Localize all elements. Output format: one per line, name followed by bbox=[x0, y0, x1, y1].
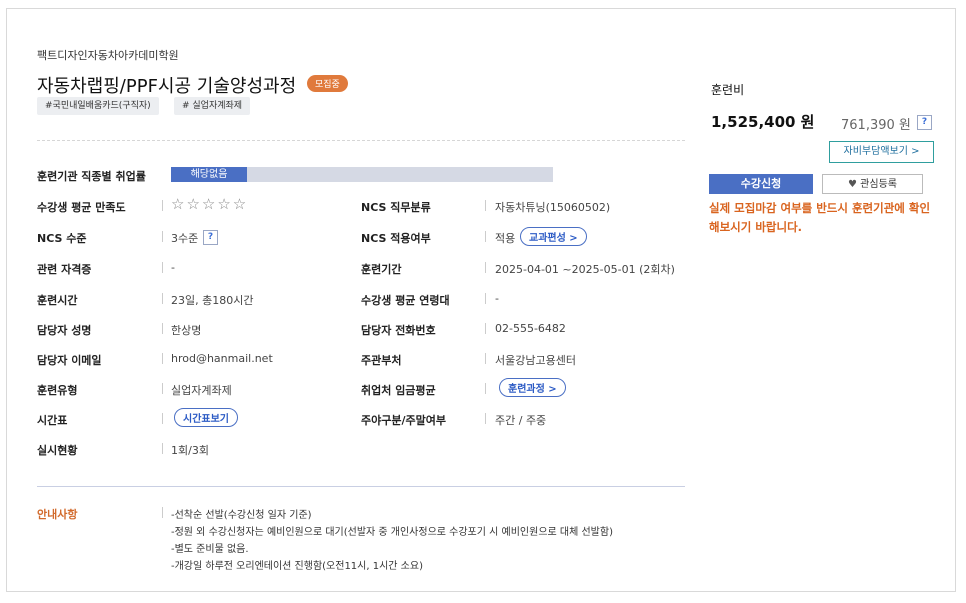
curriculum-button[interactable]: 교과편성 > bbox=[520, 227, 587, 246]
separator bbox=[162, 231, 163, 242]
manager-phone-label: 담당자 전화번호 bbox=[361, 324, 436, 337]
separator bbox=[162, 262, 163, 273]
separator bbox=[162, 507, 163, 518]
separator bbox=[162, 353, 163, 364]
manager-name-value: 한상명 bbox=[171, 324, 202, 337]
training-type-value: 실업자계좌제 bbox=[171, 384, 232, 397]
certificate-value: - bbox=[171, 261, 175, 274]
fee-label: 훈련비 bbox=[711, 83, 745, 97]
self-pay-button[interactable]: 자비부담액보기 > bbox=[829, 141, 934, 163]
recruiting-badge: 모집중 bbox=[307, 75, 348, 92]
notice-line: -별도 준비물 없음. bbox=[171, 544, 249, 555]
separator bbox=[485, 383, 486, 394]
satisfaction-label: 수강생 평균 만족도 bbox=[37, 201, 126, 214]
fee-total: 1,525,400 원 bbox=[711, 113, 815, 131]
separator bbox=[162, 323, 163, 334]
course-detail-panel: 팩트디자인자동차아카데미학원 자동차랩핑/PPF시공 기술양성과정 모집중 #국… bbox=[6, 8, 956, 592]
ncs-apply-label: NCS 적용여부 bbox=[361, 232, 431, 245]
notice-label: 안내사항 bbox=[37, 508, 78, 521]
favorite-label: 관심등록 bbox=[860, 179, 897, 190]
separator bbox=[162, 293, 163, 304]
separator bbox=[485, 231, 486, 242]
fee-help-icon[interactable]: ? bbox=[917, 115, 932, 130]
separator bbox=[162, 413, 163, 424]
status-value: 1회/3회 bbox=[171, 444, 209, 457]
agency-label: 주관부처 bbox=[361, 354, 402, 367]
wage-label: 취업처 임금평균 bbox=[361, 384, 436, 397]
period-value: 2025-04-01 ~2025-05-01 (2회차) bbox=[495, 263, 675, 276]
tag-unemployed-account[interactable]: # 실업자계좌제 bbox=[174, 97, 251, 115]
star-rating: ☆☆☆☆☆ bbox=[171, 195, 249, 213]
ncs-field-value: 자동차튜닝(15060502) bbox=[495, 201, 611, 214]
daynight-label: 주야구분/주말여부 bbox=[361, 414, 446, 427]
period-label: 훈련기간 bbox=[361, 263, 402, 276]
separator bbox=[485, 293, 486, 304]
favorite-button[interactable]: ♥ 관심등록 bbox=[822, 174, 923, 194]
age-value: - bbox=[495, 292, 499, 305]
notice-line: -개강일 하루전 오리엔테이션 진행함(오전11시, 1시간 소요) bbox=[171, 561, 423, 572]
deadline-warning: 실제 모집마감 여부를 반드시 훈련기관에 확인해보시기 바랍니다. bbox=[709, 201, 931, 234]
fee-self-pay: 761,390 원 bbox=[841, 118, 911, 133]
manager-email-label: 담당자 이메일 bbox=[37, 354, 102, 367]
ncs-field-label: NCS 직무분류 bbox=[361, 201, 431, 214]
separator bbox=[485, 353, 486, 364]
ncs-level-help-icon[interactable]: ? bbox=[203, 230, 218, 245]
separator bbox=[162, 383, 163, 394]
status-label: 실시현황 bbox=[37, 444, 78, 457]
timetable-button[interactable]: 시간표보기 bbox=[174, 408, 238, 427]
heart-icon: ♥ bbox=[848, 179, 857, 190]
certificate-label: 관련 자격증 bbox=[37, 263, 92, 276]
tag-national-card[interactable]: #국민내일배움카드(구직자) bbox=[37, 97, 159, 115]
timetable-label: 시간표 bbox=[37, 414, 68, 427]
separator bbox=[485, 262, 486, 273]
manager-email-value: hrod@hanmail.net bbox=[171, 352, 273, 365]
separator bbox=[485, 200, 486, 211]
training-type-label: 훈련유형 bbox=[37, 384, 78, 397]
ncs-level-value: 3수준 bbox=[171, 232, 199, 245]
hours-label: 훈련시간 bbox=[37, 294, 78, 307]
institution-name[interactable]: 팩트디자인자동차아카데미학원 bbox=[37, 47, 179, 63]
notice-line: -선착순 선발(수강신청 일자 기준) bbox=[171, 510, 312, 521]
ncs-level-label: NCS 수준 bbox=[37, 232, 87, 245]
separator bbox=[485, 413, 486, 424]
divider bbox=[37, 486, 685, 487]
notice-line: -정원 외 수강신청자는 예비인원으로 대기(선발자 중 개인사정으로 수강포기… bbox=[171, 527, 613, 538]
course-title: 자동차랩핑/PPF시공 기술양성과정 bbox=[37, 76, 297, 97]
separator bbox=[162, 443, 163, 454]
manager-phone-value: 02-555-6482 bbox=[495, 322, 566, 335]
separator bbox=[162, 200, 163, 211]
ncs-apply-value: 적용 bbox=[495, 232, 516, 245]
divider bbox=[37, 140, 685, 141]
employment-rate-value: 해당없음 bbox=[171, 167, 247, 182]
daynight-value: 주간 / 주중 bbox=[495, 414, 547, 427]
agency-value: 서울강남고용센터 bbox=[495, 354, 576, 367]
hours-value: 23일, 총180시간 bbox=[171, 294, 254, 307]
separator bbox=[485, 323, 486, 334]
training-course-button[interactable]: 훈련과정 > bbox=[499, 378, 566, 397]
age-label: 수강생 평균 연령대 bbox=[361, 294, 450, 307]
manager-name-label: 담당자 성명 bbox=[37, 324, 92, 337]
apply-button[interactable]: 수강신청 bbox=[709, 174, 813, 194]
employment-rate-label: 훈련기관 직종별 취업률 bbox=[37, 170, 146, 183]
